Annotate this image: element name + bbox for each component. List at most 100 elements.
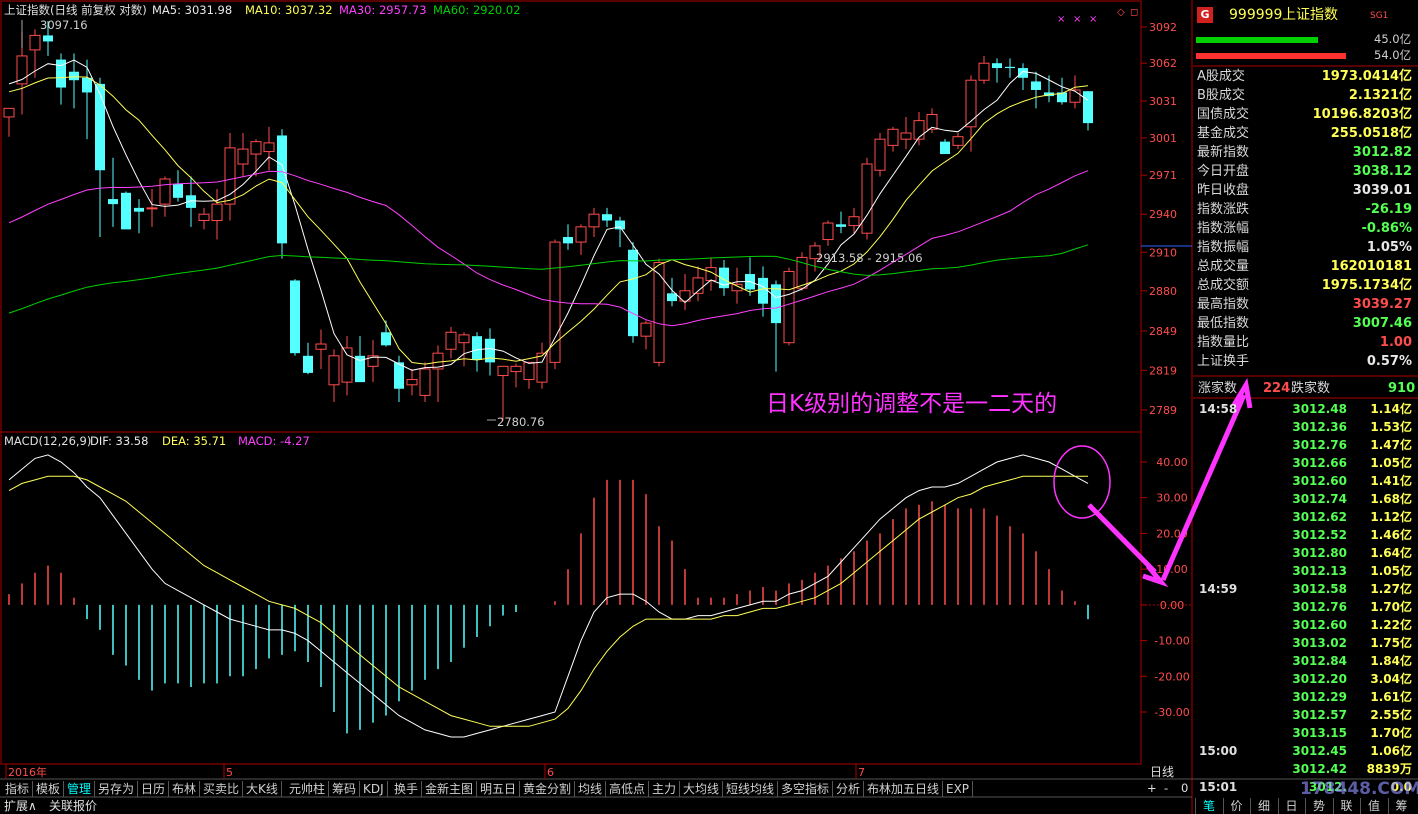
highlight-ellipse	[1053, 445, 1111, 519]
indicator-tab[interactable]: 日历	[138, 781, 170, 797]
zoom-reset-button[interactable]: 0	[1181, 781, 1188, 795]
bar1-value: 45.0亿	[1374, 32, 1412, 46]
candle-body-up	[861, 163, 873, 234]
right-tab[interactable]: 势	[1305, 798, 1332, 814]
tick-price: 3012.36	[1292, 420, 1347, 434]
candle-body-up	[874, 138, 886, 171]
macd-panel[interactable]	[8, 454, 1089, 738]
candle-body-down	[108, 199, 118, 205]
quote-row: 总成交量 162010181	[1195, 257, 1416, 276]
candle-body-down	[82, 77, 92, 93]
candle-body-down	[1031, 81, 1041, 90]
expand-tab[interactable]: 扩展∧	[4, 798, 37, 814]
candle-body-up	[510, 365, 522, 373]
up-count: 224	[1263, 381, 1291, 396]
indicator-tab[interactable]: 大K线	[243, 781, 282, 797]
quote-row: 最新指数 3012.82	[1195, 143, 1416, 162]
tick-volume: 1.14亿	[1370, 402, 1412, 416]
quote-row: 指数量比 1.00	[1195, 333, 1416, 352]
indicator-tab[interactable]: 元帅柱	[286, 781, 330, 797]
quote-value: 255.0518亿	[1330, 126, 1412, 141]
indicator-tab[interactable]: 明五日	[477, 781, 521, 797]
tick-volume: 3.04亿	[1370, 672, 1412, 686]
indicator-tab[interactable]: 换手	[391, 781, 423, 797]
indicator-tab[interactable]: 指标	[2, 781, 34, 797]
indicator-tab[interactable]: 管理	[64, 781, 96, 797]
indicator-tab[interactable]: 另存为	[95, 781, 139, 797]
zoom-in-button[interactable]: +	[1147, 781, 1157, 795]
tick-price: 3012.80	[1292, 546, 1347, 560]
diamond-icon: ◇	[1117, 7, 1125, 18]
tick-price: 3012.29	[1292, 690, 1347, 704]
cross-annotation: 2913.58 - 2915.06	[816, 251, 923, 265]
macd-tick-label: 30.00	[1156, 492, 1188, 505]
quote-key: 指数振幅	[1197, 240, 1250, 255]
price-tick-label: 2880	[1149, 285, 1177, 298]
quote-row: 昨日收盘 3039.01	[1195, 181, 1416, 200]
right-tab[interactable]: 日	[1277, 798, 1305, 814]
tick-volume: 1.27亿	[1370, 582, 1412, 596]
candle-body-up	[575, 226, 587, 243]
indicator-tab[interactable]: 筹码	[329, 781, 361, 797]
indicator-tab[interactable]: KDJ	[360, 781, 388, 797]
ma60-label: MA60: 2920.02	[433, 3, 521, 17]
right-tab[interactable]: 细	[1250, 798, 1277, 814]
right-tab[interactable]: 联	[1332, 798, 1360, 814]
indicator-tab[interactable]: 黄金分割	[520, 781, 576, 797]
index-title: 上证指数(日线 前复权 对数)	[4, 3, 147, 17]
tick-price: 3012.76	[1292, 438, 1347, 452]
quote-row: 总成交额 1975.1734亿	[1195, 276, 1416, 295]
right-tab[interactable]: 筹	[1387, 798, 1415, 814]
tick-volume: 1.70亿	[1370, 600, 1412, 614]
arrow-down	[1087, 503, 1169, 588]
indicator-tab[interactable]: 布林	[169, 781, 201, 797]
candle-body-up	[341, 347, 353, 383]
candle-body-up	[952, 136, 964, 146]
quote-key: 最高指数	[1197, 297, 1250, 312]
indicator-tab[interactable]: EXP	[943, 781, 974, 797]
indicator-tab[interactable]: 买卖比	[200, 781, 244, 797]
down-count-label: 跌家数	[1291, 381, 1331, 396]
candle-body-down	[43, 35, 53, 42]
ma30-label: MA30: 2957.73	[339, 3, 427, 17]
indicator-tab[interactable]: 高低点	[606, 781, 650, 797]
indicator-tab[interactable]: 分析	[833, 781, 865, 797]
tick-price: 3012.84	[1292, 654, 1347, 668]
indicator-tab[interactable]: 布林加五日线	[864, 781, 944, 797]
indicator-tab[interactable]: 均线	[575, 781, 607, 797]
quote-key: 昨日收盘	[1197, 183, 1250, 198]
price-panel[interactable]	[3, 20, 1093, 421]
quote-value: 3007.46	[1352, 316, 1412, 331]
indicator-tab[interactable]: 短线均线	[723, 781, 779, 797]
tick-price: 3012.45	[1292, 744, 1347, 758]
period-label[interactable]: 日线	[1150, 765, 1174, 779]
candle-body-down	[940, 141, 950, 155]
candle-body-down	[602, 214, 612, 221]
indicator-tab[interactable]: 金新主图	[422, 781, 478, 797]
indicator-tab[interactable]: 大均线	[680, 781, 724, 797]
right-tab[interactable]: 值	[1360, 798, 1387, 814]
stock-tag: SG1	[1370, 11, 1389, 21]
candle-body-down	[628, 249, 638, 337]
candle-body-down	[472, 336, 482, 360]
candle-body-up	[458, 334, 470, 344]
tick-price: 3012.57	[1292, 708, 1347, 722]
right-tab[interactable]: 价	[1222, 798, 1250, 814]
candle-body-up	[887, 128, 899, 146]
macd-tick-label: 40.00	[1156, 456, 1188, 469]
quote-value: 1975.1734亿	[1321, 278, 1412, 293]
candle-body-up	[237, 148, 249, 165]
indicator-tab[interactable]: 模板	[33, 781, 65, 797]
quote-key: 总成交额	[1197, 278, 1250, 293]
related-quotes-tab[interactable]: 关联报价	[49, 798, 97, 814]
zoom-out-button[interactable]: -	[1164, 781, 1168, 795]
quote-key: 上证换手	[1197, 354, 1250, 369]
tick-row: 3012.20 3.04亿	[1195, 670, 1416, 688]
indicator-tab[interactable]: 多空指标	[778, 781, 834, 797]
tick-row: 3012.76 1.47亿	[1195, 436, 1416, 454]
candle-body-up	[900, 132, 912, 140]
right-tab[interactable]: 笔	[1195, 798, 1222, 814]
price-tick-label: 3001	[1149, 132, 1177, 145]
candle-body-up	[536, 352, 548, 383]
indicator-tab[interactable]: 主力	[649, 781, 681, 797]
